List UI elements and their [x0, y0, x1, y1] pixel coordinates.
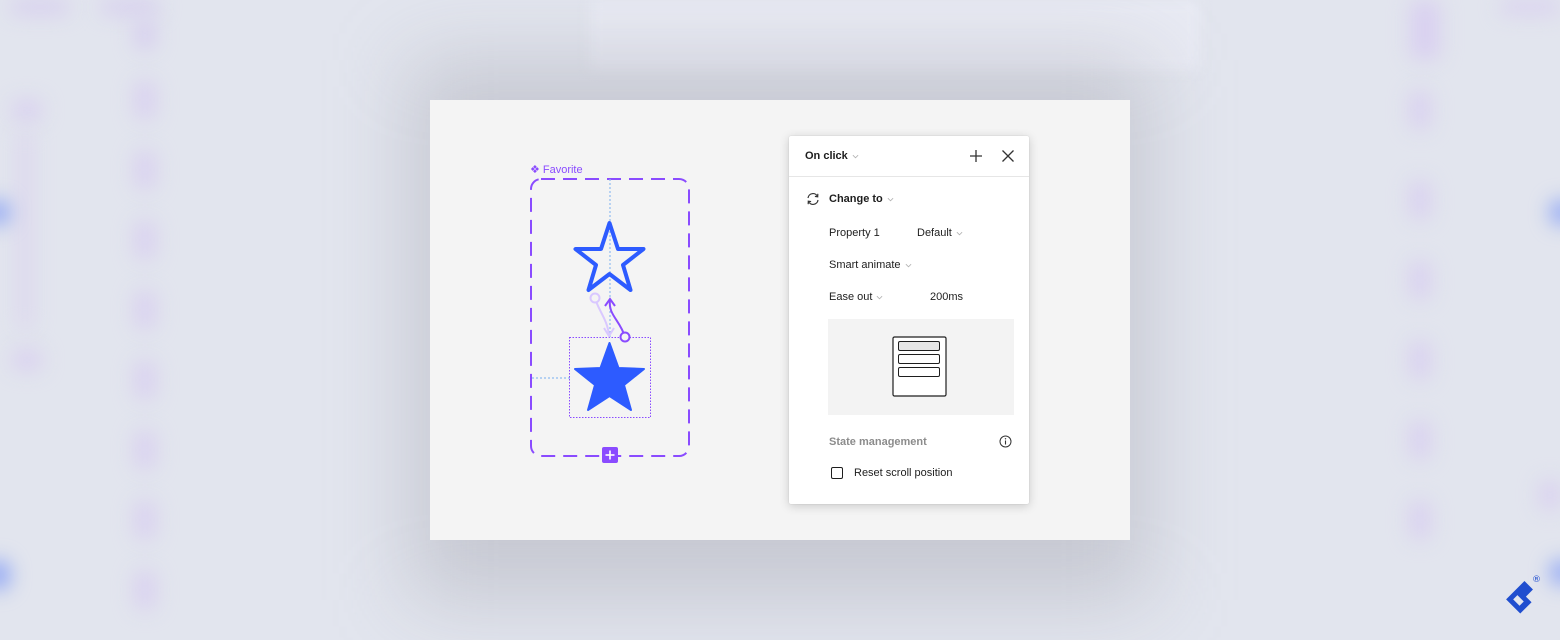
reset-scroll-label: Reset scroll position: [854, 467, 953, 479]
star-filled-variant[interactable]: [569, 337, 651, 418]
property-value-dropdown[interactable]: Default: [917, 227, 963, 239]
trigger-label: On click: [805, 150, 848, 162]
chevron-down-icon: [956, 231, 963, 235]
action-label: Change to: [829, 193, 883, 205]
interaction-panel: On click Change to Property 1 Default Sm…: [789, 136, 1029, 504]
property-label: Property 1: [829, 227, 880, 239]
property-value: Default: [917, 227, 952, 239]
star-filled-icon: [574, 342, 645, 411]
registered-mark: ®: [1532, 575, 1541, 585]
close-icon: [1002, 150, 1014, 162]
reset-scroll-option[interactable]: Reset scroll position: [831, 467, 952, 479]
chevron-down-icon: [852, 154, 859, 158]
close-button[interactable]: [999, 147, 1017, 165]
change-to-icon: [807, 193, 819, 205]
animation-dropdown[interactable]: Smart animate: [829, 259, 912, 271]
chevron-down-icon: [887, 197, 894, 201]
plus-icon: [970, 150, 982, 162]
toptal-logo: ®: [1506, 575, 1541, 614]
action-dropdown[interactable]: Change to: [805, 192, 894, 206]
add-variant-button[interactable]: [602, 447, 618, 463]
animation-preview: [828, 319, 1014, 415]
duration-input[interactable]: 200ms: [930, 291, 963, 303]
layout-preview-icon: [892, 336, 947, 397]
trigger-dropdown[interactable]: On click: [805, 150, 859, 162]
state-management-label: State management: [829, 436, 927, 448]
property-row: Property 1 Default: [829, 227, 963, 239]
animation-row: Smart animate: [829, 259, 912, 271]
animation-label: Smart animate: [829, 259, 901, 271]
easing-label: Ease out: [829, 291, 873, 303]
reset-scroll-checkbox[interactable]: [831, 467, 843, 479]
info-icon[interactable]: [999, 435, 1012, 448]
component-set-frame[interactable]: [520, 170, 700, 470]
panel-header: On click: [789, 136, 1029, 177]
chevron-down-icon: [876, 295, 883, 299]
chevron-down-icon: [905, 263, 911, 267]
easing-dropdown[interactable]: Ease out: [829, 291, 930, 303]
easing-row: Ease out 200ms: [829, 291, 963, 303]
add-interaction-button[interactable]: [967, 147, 985, 165]
